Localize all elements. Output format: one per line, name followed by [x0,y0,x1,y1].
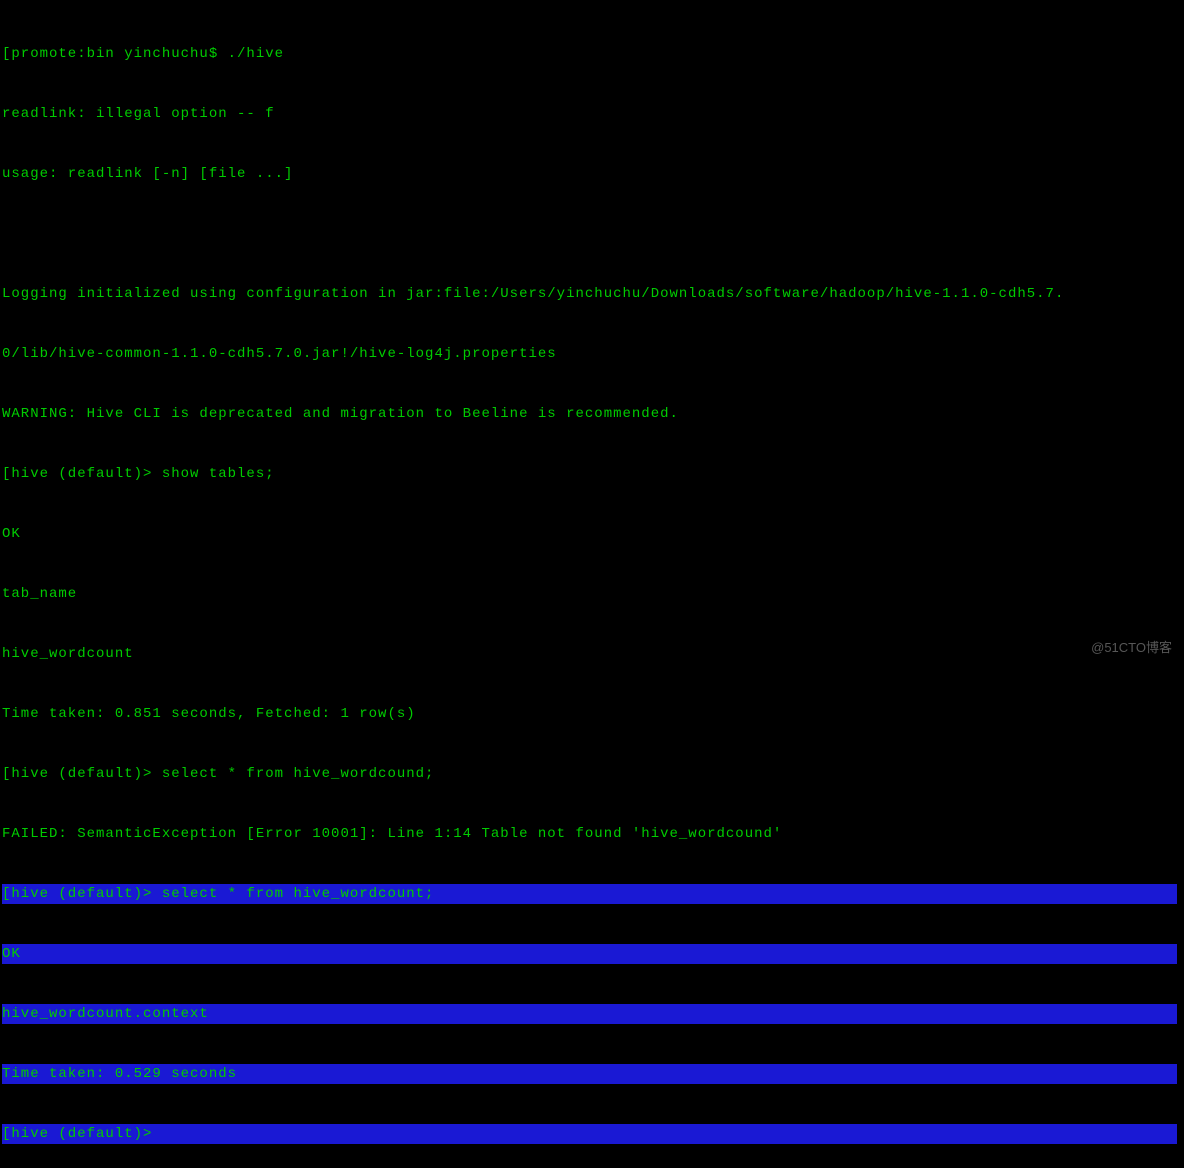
terminal-line-selected: Time taken: 0.529 seconds [2,1064,1177,1084]
terminal-line: WARNING: Hive CLI is deprecated and migr… [2,404,1182,424]
terminal-line: usage: readlink [-n] [file ...] [2,164,1182,184]
terminal-line: Time taken: 0.851 seconds, Fetched: 1 ro… [2,704,1182,724]
terminal-line: [hive (default)> show tables; [2,464,1182,484]
terminal-window[interactable]: [promote:bin yinchuchu$ ./hive readlink:… [0,0,1184,1168]
terminal-line: hive_wordcount [2,644,1182,664]
terminal-line-selected: [hive (default)> [2,1124,1177,1144]
terminal-line: tab_name [2,584,1182,604]
watermark-text: @51CTO博客 [1091,638,1172,658]
terminal-line [2,224,1182,244]
terminal-line-selected: [hive (default)> select * from hive_word… [2,884,1177,904]
terminal-line-selected: hive_wordcount.context [2,1004,1177,1024]
terminal-line-selected: OK [2,944,1177,964]
terminal-line: readlink: illegal option -- f [2,104,1182,124]
terminal-line: 0/lib/hive-common-1.1.0-cdh5.7.0.jar!/hi… [2,344,1182,364]
terminal-line: OK [2,524,1182,544]
terminal-line: Logging initialized using configuration … [2,284,1182,304]
terminal-line: FAILED: SemanticException [Error 10001]:… [2,824,1182,844]
terminal-line: [hive (default)> select * from hive_word… [2,764,1182,784]
terminal-line: [promote:bin yinchuchu$ ./hive [2,44,1182,64]
